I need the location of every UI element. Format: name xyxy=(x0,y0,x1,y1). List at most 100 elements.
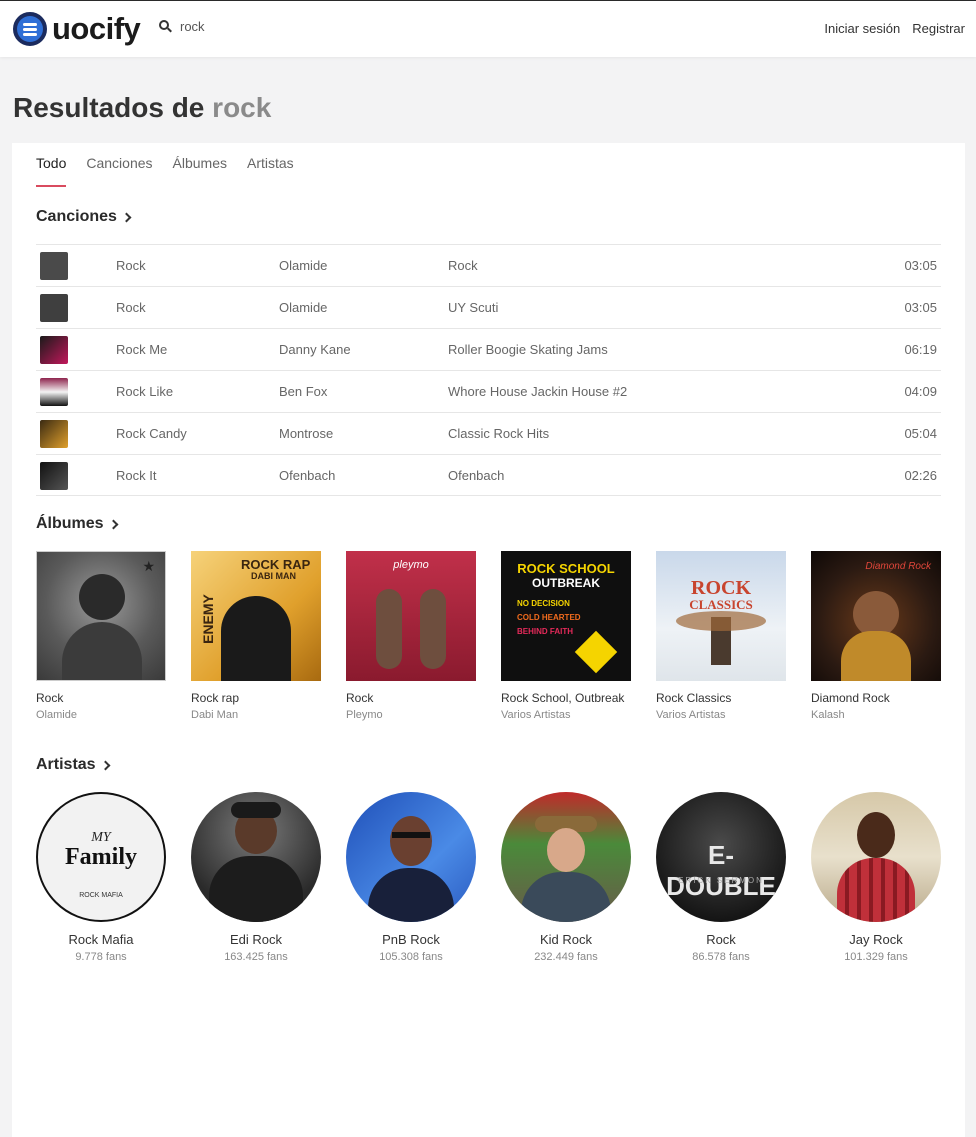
album-title[interactable]: Rock xyxy=(346,691,476,705)
album-artist[interactable]: Olamide xyxy=(36,709,166,721)
album-cover[interactable]: ROCK RAP DABI MAN ENEMY xyxy=(191,551,321,681)
artist-fans: 9.778 fans xyxy=(75,951,127,963)
album-title[interactable]: Rock xyxy=(36,691,166,705)
song-row[interactable]: Rock Me Danny Kane Roller Boogie Skating… xyxy=(36,328,941,370)
artist-image[interactable]: MY Family ROCK MAFIA xyxy=(36,792,166,922)
albums-section-title[interactable]: Álbumes xyxy=(36,515,119,533)
artist-image-text: ROCK MAFIA xyxy=(79,892,123,899)
album-cover-text: COLD HEARTED xyxy=(517,613,581,622)
album-card[interactable]: ROCK RAP DABI MAN ENEMY Rock rap Dabi Ma… xyxy=(191,551,321,721)
artist-name[interactable]: Rock xyxy=(656,932,786,947)
song-artist[interactable]: Montrose xyxy=(279,426,333,441)
song-album[interactable]: Classic Rock Hits xyxy=(448,426,549,441)
song-row[interactable]: Rock Olamide Rock 03:05 xyxy=(36,244,941,286)
artist-name[interactable]: Edi Rock xyxy=(191,932,321,947)
artist-fans: 86.578 fans xyxy=(692,951,750,963)
artist-image[interactable] xyxy=(191,792,321,922)
album-cover[interactable]: ROCK SCHOOL OUTBREAK NO DECISION COLD HE… xyxy=(501,551,631,681)
tab-albumes[interactable]: Álbumes xyxy=(173,155,227,187)
artist-image[interactable] xyxy=(811,792,941,922)
song-album[interactable]: Roller Boogie Skating Jams xyxy=(448,342,608,357)
song-album[interactable]: Ofenbach xyxy=(448,468,504,483)
song-album[interactable]: Rock xyxy=(448,258,478,273)
login-link[interactable]: Iniciar sesión xyxy=(824,21,900,36)
artist-card[interactable]: Kid Rock 232.449 fans xyxy=(501,792,631,963)
tab-todo[interactable]: Todo xyxy=(36,155,67,187)
artists-section-title[interactable]: Artistas xyxy=(36,756,111,774)
album-artist[interactable]: Varios Artistas xyxy=(501,709,631,721)
song-artist[interactable]: Olamide xyxy=(279,300,327,315)
song-cover xyxy=(40,336,68,364)
album-title[interactable]: Diamond Rock xyxy=(811,691,941,705)
tab-artistas[interactable]: Artistas xyxy=(247,155,294,187)
artist-image[interactable] xyxy=(346,792,476,922)
song-artist[interactable]: Ben Fox xyxy=(279,384,327,399)
song-duration: 03:05 xyxy=(904,300,937,315)
album-artist[interactable]: Pleymo xyxy=(346,709,476,721)
song-duration: 06:19 xyxy=(904,342,937,357)
album-artist[interactable]: Kalash xyxy=(811,709,941,721)
album-card[interactable]: pleymo Rock Pleymo xyxy=(346,551,476,721)
song-row[interactable]: Rock Olamide UY Scuti 03:05 xyxy=(36,286,941,328)
album-card[interactable]: ROCK CLASSICS Rock Classics Varios Artis… xyxy=(656,551,786,721)
song-title[interactable]: Rock Like xyxy=(116,384,173,399)
album-card[interactable]: ROCK SCHOOL OUTBREAK NO DECISION COLD HE… xyxy=(501,551,631,721)
artist-card[interactable]: MY Family ROCK MAFIA Rock Mafia 9.778 fa… xyxy=(36,792,166,963)
artist-name[interactable]: Rock Mafia xyxy=(36,932,166,947)
search-input[interactable] xyxy=(180,19,380,34)
song-row[interactable]: Rock It Ofenbach Ofenbach 02:26 xyxy=(36,454,941,496)
songs-section-title[interactable]: Canciones xyxy=(36,208,132,226)
title-query: rock xyxy=(212,92,272,123)
song-cover xyxy=(40,378,68,406)
song-album[interactable]: UY Scuti xyxy=(448,300,498,315)
artist-name[interactable]: Kid Rock xyxy=(501,932,631,947)
artist-image[interactable] xyxy=(501,792,631,922)
artist-name[interactable]: Jay Rock xyxy=(811,932,941,947)
tab-canciones[interactable]: Canciones xyxy=(86,155,152,187)
song-title[interactable]: Rock Candy xyxy=(116,426,187,441)
song-title[interactable]: Rock Me xyxy=(116,342,167,357)
albums-grid: ★ Rock Olamide ROCK RAP DABI MAN ENEMY R… xyxy=(36,551,941,721)
artist-card[interactable]: Jay Rock 101.329 fans xyxy=(811,792,941,963)
song-artist[interactable]: Olamide xyxy=(279,258,327,273)
artist-card[interactable]: PnB Rock 105.308 fans xyxy=(346,792,476,963)
artist-image-text: ERICK SERMON xyxy=(678,876,764,885)
song-duration: 05:04 xyxy=(904,426,937,441)
album-cover-text: BEHIND FAITH xyxy=(517,627,573,636)
top-bar: uocify Iniciar sesión Registrar xyxy=(0,0,976,57)
album-card[interactable]: Diamond Rock Diamond Rock Kalash xyxy=(811,551,941,721)
song-album[interactable]: Whore House Jackin House #2 xyxy=(448,384,627,399)
album-card[interactable]: ★ Rock Olamide xyxy=(36,551,166,721)
album-title[interactable]: Rock School, Outbreak xyxy=(501,691,631,705)
song-artist[interactable]: Ofenbach xyxy=(279,468,335,483)
register-link[interactable]: Registrar xyxy=(912,21,965,36)
album-cover-text: OUTBREAK xyxy=(532,576,600,590)
logo[interactable]: uocify xyxy=(13,12,141,46)
artist-name[interactable]: PnB Rock xyxy=(346,932,476,947)
song-row[interactable]: Rock Like Ben Fox Whore House Jackin Hou… xyxy=(36,370,941,412)
artist-image[interactable]: E-DOUBLE ERICK SERMON xyxy=(656,792,786,922)
song-title[interactable]: Rock xyxy=(116,258,146,273)
search-box xyxy=(159,19,380,34)
song-row[interactable]: Rock Candy Montrose Classic Rock Hits 05… xyxy=(36,412,941,454)
song-title[interactable]: Rock It xyxy=(116,468,156,483)
artist-card[interactable]: E-DOUBLE ERICK SERMON Rock 86.578 fans xyxy=(656,792,786,963)
album-artist[interactable]: Dabi Man xyxy=(191,709,321,721)
chevron-right-icon xyxy=(108,519,119,530)
song-artist[interactable]: Danny Kane xyxy=(279,342,351,357)
song-title[interactable]: Rock xyxy=(116,300,146,315)
artist-card[interactable]: Edi Rock 163.425 fans xyxy=(191,792,321,963)
album-title[interactable]: Rock rap xyxy=(191,691,321,705)
songs-table: Rock Olamide Rock 03:05 Rock Olamide UY … xyxy=(36,244,941,496)
artist-image-text: E-DOUBLE xyxy=(666,840,776,901)
album-cover-text: Diamond Rock xyxy=(865,561,931,572)
album-cover[interactable]: ★ xyxy=(36,551,166,681)
album-title[interactable]: Rock Classics xyxy=(656,691,786,705)
album-artist[interactable]: Varios Artistas xyxy=(656,709,786,721)
album-cover[interactable]: ROCK CLASSICS xyxy=(656,551,786,681)
album-cover[interactable]: pleymo xyxy=(346,551,476,681)
artists-grid: MY Family ROCK MAFIA Rock Mafia 9.778 fa… xyxy=(36,792,941,963)
search-icon[interactable] xyxy=(159,20,172,33)
album-cover[interactable]: Diamond Rock xyxy=(811,551,941,681)
artist-fans: 232.449 fans xyxy=(534,951,598,963)
